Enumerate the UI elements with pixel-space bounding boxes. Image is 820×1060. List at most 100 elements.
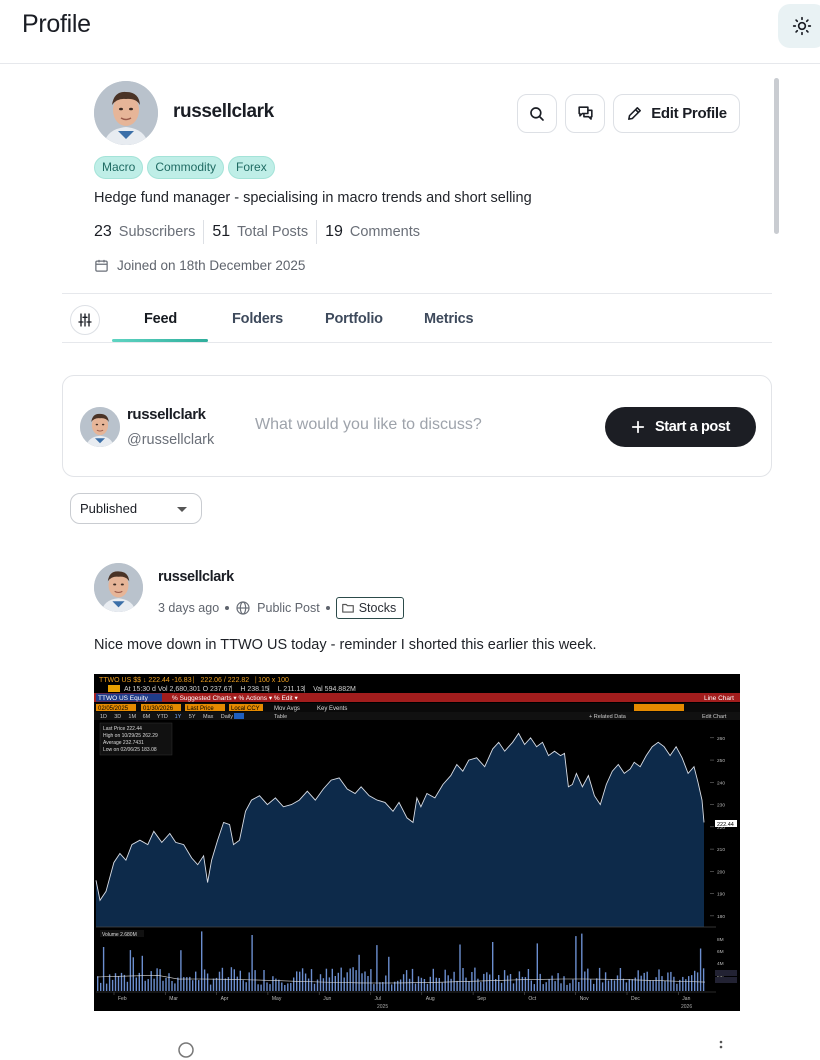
volume-bar	[569, 983, 571, 991]
volume-bar	[545, 982, 547, 991]
volume-bar	[260, 984, 262, 991]
volume-bar	[453, 971, 455, 991]
volume-bar	[206, 973, 209, 991]
month-label: Oct	[528, 996, 536, 1002]
period-button-7: Max	[203, 714, 214, 720]
volume-bar	[667, 972, 669, 991]
period-button-0: 1D	[100, 714, 107, 720]
chart-ticker: TTWO US Equity	[98, 695, 149, 702]
volume-bar	[685, 979, 687, 991]
volume-bar	[613, 980, 616, 991]
stat-value: 23	[94, 223, 112, 240]
stat-comments[interactable]: 19 Comments	[316, 220, 428, 244]
period-button-2: 1M	[128, 714, 136, 720]
year-label-2025: 2025	[377, 1004, 388, 1010]
year-label-2026: 2026	[681, 1004, 692, 1010]
volume-bar	[637, 970, 639, 991]
volume-bar	[631, 979, 633, 991]
tag-forex[interactable]: Forex	[228, 156, 275, 179]
month-label: Apr	[221, 996, 229, 1002]
start-post-label: Start a post	[655, 419, 730, 435]
volume-bar	[575, 936, 577, 991]
volume-bar	[117, 976, 120, 991]
separator-dot	[325, 606, 330, 610]
volume-bar	[198, 980, 200, 991]
discussion-input[interactable]	[255, 416, 585, 434]
profile-avatar	[94, 81, 158, 145]
volume-bar	[506, 975, 509, 991]
message-button[interactable]	[565, 94, 605, 133]
status-dropdown[interactable]: Published	[70, 493, 202, 524]
volume-bar	[658, 969, 660, 991]
volume-bar	[100, 982, 102, 991]
post-folder-chip[interactable]: Stocks	[335, 597, 405, 619]
volume-bar	[141, 955, 143, 991]
volume-bar	[503, 970, 506, 991]
volume-bar	[699, 948, 702, 991]
legend-low: Low on 02/06/25 183.08	[103, 747, 157, 753]
volume-bar	[601, 982, 604, 991]
volume-bar	[423, 979, 426, 991]
volume-bar	[358, 954, 360, 991]
volume-bar	[432, 968, 434, 991]
volume-bar	[604, 972, 607, 991]
volume-bar	[429, 976, 431, 991]
volume-bar	[156, 968, 158, 991]
post-actions-row	[94, 1036, 740, 1060]
post-author-name[interactable]: russellclark	[158, 569, 234, 585]
volume-bar	[123, 974, 126, 991]
volume-bar	[655, 977, 657, 991]
tab-feed[interactable]: Feed	[144, 311, 177, 327]
tab-portfolio[interactable]: Portfolio	[325, 311, 383, 327]
active-tab-indicator	[112, 339, 208, 342]
volume-bar	[346, 972, 348, 991]
volume-bar	[593, 983, 595, 991]
period-button-5: 1Y	[175, 714, 182, 720]
volume-bar	[135, 977, 137, 991]
volume-bar	[242, 980, 244, 991]
post-image-chart[interactable]: TTWO US $$ ↓ 222.44 -16.83 ⎸222.06 / 222…	[94, 674, 740, 1011]
post-author-avatar[interactable]	[94, 563, 143, 612]
volume-bar	[382, 982, 384, 991]
stat-label: Comments	[349, 224, 420, 240]
theme-toggle-button[interactable]	[778, 4, 820, 48]
volume-bar	[236, 976, 238, 991]
chart-header-row1: TTWO US $$ ↓ 222.44 -16.83 ⎸222.06 / 222…	[99, 676, 289, 684]
month-label: Aug	[426, 996, 435, 1002]
volume-bar	[646, 971, 648, 991]
volume-bar	[498, 975, 500, 991]
volume-bar	[539, 973, 541, 991]
globe-icon	[236, 601, 250, 615]
tab-metrics[interactable]: Metrics	[424, 311, 474, 327]
search-icon	[530, 106, 544, 121]
chart-type-label: Line Chart	[704, 695, 734, 702]
period-button-3: 6M	[143, 714, 151, 720]
volume-bar	[578, 982, 580, 991]
volume-bar	[278, 979, 280, 991]
post-visibility: Public Post	[257, 601, 320, 615]
chat-bubbles-icon	[577, 106, 593, 120]
chart-date-to: 01/30/2026	[143, 706, 174, 712]
volume-bar	[310, 969, 313, 991]
stat-subscribers[interactable]: 23 Subscribers	[94, 220, 203, 244]
volume-bar	[622, 978, 625, 991]
tag-macro[interactable]: Macro	[94, 156, 144, 179]
tag-commodity[interactable]: Commodity	[147, 156, 225, 179]
volume-bar	[509, 974, 512, 991]
tab-folders[interactable]: Folders	[232, 311, 283, 327]
volume-bar	[426, 983, 429, 991]
search-button[interactable]	[517, 94, 557, 133]
start-post-button[interactable]: Start a post	[605, 407, 756, 447]
scrollbar-thumb[interactable]	[774, 78, 779, 234]
month-label: Mar	[169, 996, 178, 1002]
filter-button[interactable]	[70, 305, 100, 335]
volume-bar	[373, 984, 375, 991]
post-time: 3 days ago	[158, 601, 220, 615]
month-label: Sep	[477, 996, 486, 1002]
stat-label: Total Posts	[237, 224, 309, 240]
volume-bars	[96, 931, 706, 991]
volume-bar	[319, 974, 322, 991]
volume-bar	[174, 983, 176, 991]
stat-total-posts[interactable]: 51 Total Posts	[203, 220, 316, 244]
edit-profile-button[interactable]: Edit Profile	[613, 94, 740, 133]
